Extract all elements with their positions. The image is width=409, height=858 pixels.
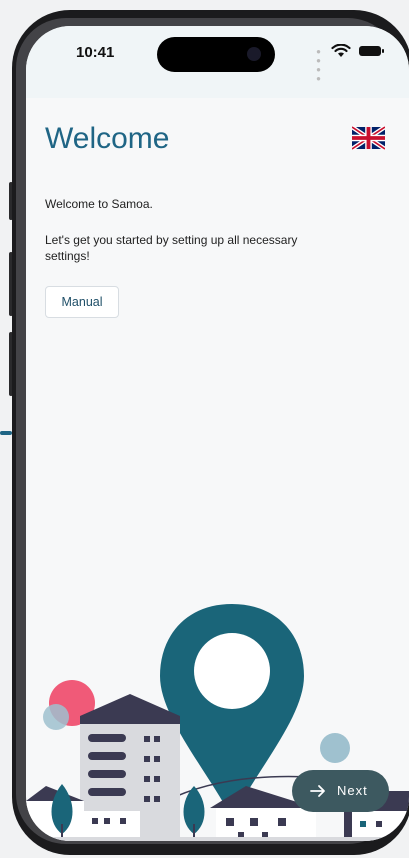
status-time: 10:41 xyxy=(76,44,115,61)
camera-icon xyxy=(247,47,261,61)
welcome-text: Welcome to Samoa. xyxy=(45,197,153,211)
uk-flag-icon[interactable] xyxy=(352,126,385,150)
manual-button[interactable]: Manual xyxy=(45,286,119,318)
page-title: Welcome xyxy=(45,122,170,155)
intro-text-line-1: Let's get you started by setting up all … xyxy=(45,233,298,247)
signal-icon: ● ● ● ● xyxy=(316,47,321,83)
decor-circle-blue-right xyxy=(320,733,350,763)
decor-circle-blue xyxy=(43,704,69,730)
next-button[interactable]: Next xyxy=(292,770,389,812)
arrow-right-icon xyxy=(310,785,325,797)
status-bar: 10:41 ● ● ● ● xyxy=(26,26,409,98)
dynamic-island xyxy=(157,37,275,72)
battery-icon xyxy=(359,46,384,56)
wifi-icon xyxy=(331,44,351,57)
edge-marker xyxy=(0,431,12,435)
intro-text-line-2: settings! xyxy=(45,249,90,263)
phone-screen: 10:41 ● ● ● ● Welcome Welcome to Samoa. … xyxy=(26,26,409,841)
next-button-label: Next xyxy=(337,783,368,798)
